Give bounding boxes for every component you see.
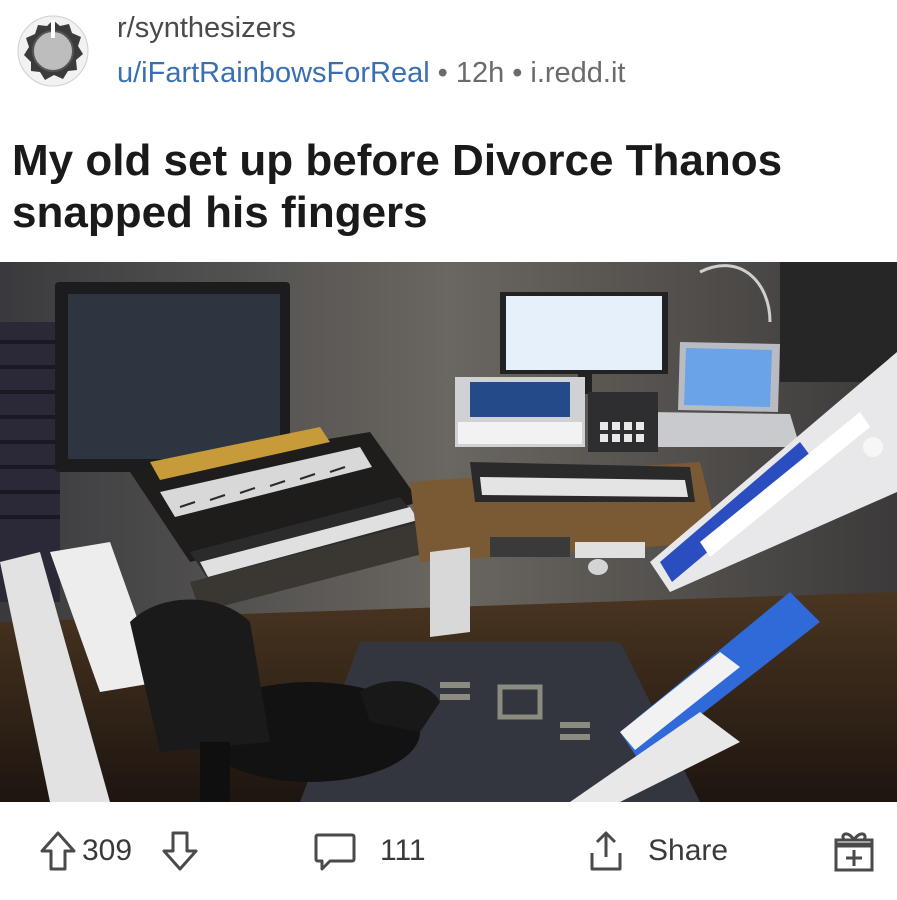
subreddit-knob-icon[interactable] [16,14,90,88]
meta-separator: • [437,57,448,89]
arrow-down-icon [162,831,198,871]
post-image[interactable] [0,262,897,802]
post-domain[interactable]: i.redd.it [530,57,625,89]
post-meta: u/iFartRainbowsForReal • 12h • i.redd.it [117,57,625,90]
gift-award-icon [834,832,874,872]
comment-bubble-icon [314,833,356,871]
post-age: 12h [455,57,505,89]
author-link[interactable]: u/iFartRainbowsForReal [117,57,430,89]
post-title[interactable]: My old set up before Divorce Thanos snap… [12,135,882,239]
comments-button[interactable]: 111 [312,802,426,900]
meta-separator: • [512,57,523,89]
upvote-button[interactable] [38,802,78,900]
action-bar: 309 111 Share [0,802,897,900]
subreddit-name[interactable]: r/synthesizers [117,12,296,45]
share-button[interactable]: Share [586,802,728,900]
score-text: 309 [82,834,133,867]
vote-score: 309 [82,802,132,900]
award-button[interactable] [832,802,876,900]
share-icon [590,831,622,871]
downvote-button[interactable] [160,802,200,900]
post-header: r/synthesizers u/iFartRainbowsForReal • 12… [0,0,897,110]
share-label: Share [648,834,729,867]
arrow-up-icon [40,831,76,871]
comments-count: 111 [380,834,426,867]
